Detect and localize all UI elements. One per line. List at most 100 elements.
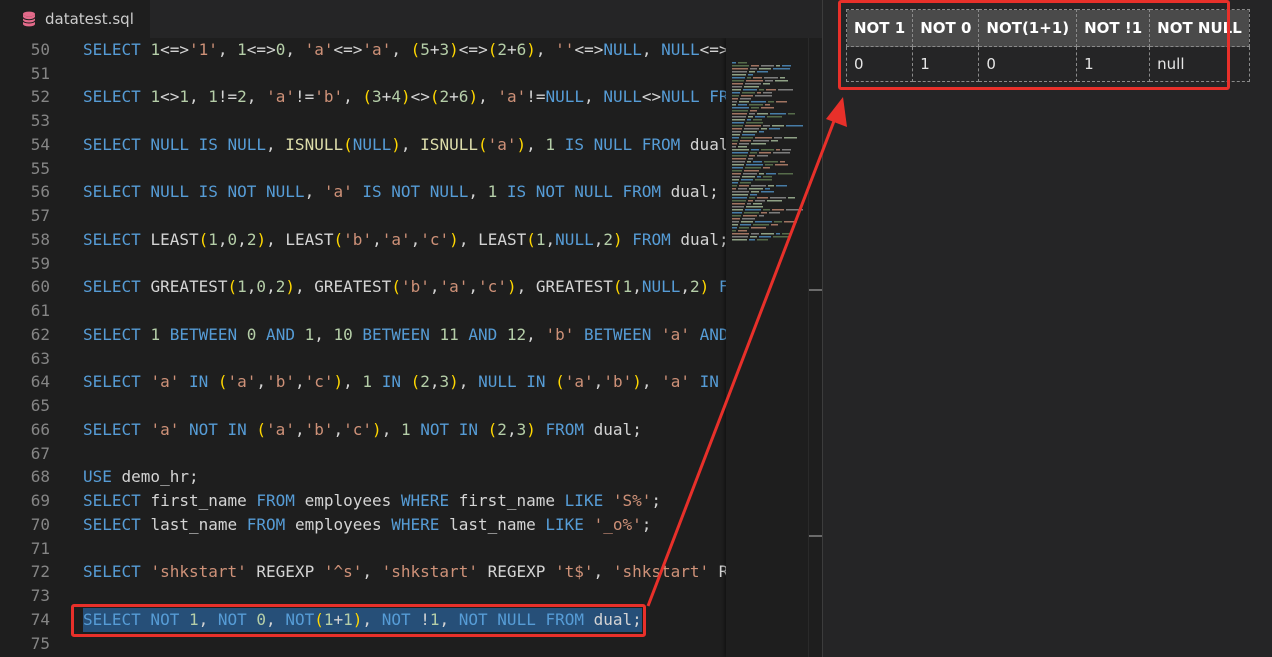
minimap-stroke <box>732 170 742 172</box>
minimap-stroke <box>778 173 793 175</box>
code-line[interactable]: 59 <box>0 252 820 276</box>
selected-line-highlight-box <box>71 604 646 637</box>
code-text: USE demo_hr; <box>83 467 199 486</box>
minimap-stroke <box>747 119 751 121</box>
minimap-stroke <box>732 74 746 76</box>
minimap-stroke <box>757 176 761 178</box>
minimap-stroke <box>732 218 740 220</box>
code-line[interactable]: 63 <box>0 347 820 371</box>
minimap-stroke <box>751 149 759 151</box>
minimap-stroke <box>782 149 791 151</box>
minimap-stroke <box>773 236 790 238</box>
code-line[interactable]: 71 <box>0 537 820 561</box>
minimap-stroke <box>757 239 768 241</box>
minimap-stroke <box>769 128 780 130</box>
code-line[interactable]: 60 SELECT GREATEST(1,0,2), GREATEST('b','… <box>0 275 820 299</box>
minimap-stroke <box>742 134 755 136</box>
line-number: 65 <box>30 396 50 415</box>
minimap-stroke <box>750 236 757 238</box>
minimap-stroke <box>784 221 797 223</box>
code-line[interactable]: 67 <box>0 442 820 466</box>
minimap[interactable] <box>726 38 808 657</box>
minimap-stroke <box>782 233 791 235</box>
minimap-stroke <box>759 152 771 154</box>
minimap-stroke <box>740 140 751 142</box>
minimap-stroke <box>772 209 784 211</box>
minimap-stroke <box>770 197 786 199</box>
minimap-stroke <box>732 80 744 82</box>
minimap-stroke <box>768 185 774 187</box>
minimap-stroke <box>759 236 771 238</box>
minimap-stroke <box>763 209 770 211</box>
code-line[interactable]: 65 <box>0 394 820 418</box>
code-text: SELECT LEAST(1,0,2), LEAST('b','a','c'),… <box>83 230 729 249</box>
minimap-stroke <box>732 230 736 232</box>
minimap-stroke <box>743 173 757 175</box>
code-line[interactable]: 72 SELECT 'shkstart' REGEXP '^s', 'shksta… <box>0 560 820 584</box>
minimap-stroke <box>778 89 793 91</box>
minimap-stroke <box>732 140 738 142</box>
minimap-stroke <box>748 158 753 160</box>
minimap-stroke <box>749 104 763 106</box>
code-line[interactable]: 62 SELECT 1 BETWEEN 0 AND 1, 10 BETWEEN 1… <box>0 323 820 347</box>
code-line[interactable]: 55 <box>0 157 820 181</box>
minimap-stroke <box>753 161 762 163</box>
minimap-stroke <box>732 194 748 196</box>
line-number: 51 <box>30 64 50 83</box>
minimap-stroke <box>749 155 755 157</box>
code-editor[interactable]: 50 SELECT 1<=>'1', 1<=>0, 'a'<=>'a', (5+3… <box>0 38 822 657</box>
code-line[interactable]: 51 <box>0 62 820 86</box>
minimap-stroke <box>763 176 772 178</box>
code-line[interactable]: 50 SELECT 1<=>'1', 1<=>0, 'a'<=>'a', (5+3… <box>0 38 820 62</box>
minimap-stroke <box>759 89 764 91</box>
line-number: 73 <box>30 586 50 605</box>
minimap-stroke <box>771 140 778 142</box>
minimap-stroke <box>732 179 739 181</box>
vertical-scrollbar[interactable] <box>808 38 822 657</box>
minimap-stroke <box>751 143 766 145</box>
minimap-preview <box>732 62 803 241</box>
minimap-stroke <box>749 239 755 241</box>
line-number: 58 <box>30 230 50 249</box>
database-icon <box>22 11 36 27</box>
line-number: 74 <box>30 610 50 629</box>
line-number: 67 <box>30 444 50 463</box>
minimap-stroke <box>738 188 747 190</box>
minimap-stroke <box>732 146 736 148</box>
minimap-stroke <box>759 215 764 217</box>
code-line[interactable]: 56 SELECT NULL IS NOT NULL, 'a' IS NOT NU… <box>0 180 820 204</box>
minimap-stroke <box>746 122 763 124</box>
minimap-stroke <box>740 98 751 100</box>
minimap-stroke <box>767 200 782 202</box>
code-line[interactable]: 64 SELECT 'a' IN ('a','b','c'), 1 IN (2,3… <box>0 370 820 394</box>
minimap-stroke <box>748 200 753 202</box>
code-line[interactable]: 54 SELECT NULL IS NULL, ISNULL(NULL), ISN… <box>0 133 820 157</box>
minimap-stroke <box>753 224 769 226</box>
code-line[interactable]: 70 SELECT last_name FROM employees WHERE … <box>0 513 820 537</box>
code-line[interactable]: 57 <box>0 204 820 228</box>
minimap-stroke <box>755 116 765 118</box>
minimap-stroke <box>776 233 780 235</box>
minimap-stroke <box>732 128 742 130</box>
tab-datatest-sql[interactable]: datatest.sql <box>0 0 150 38</box>
minimap-stroke <box>732 212 742 214</box>
minimap-stroke <box>739 143 749 145</box>
code-line[interactable]: 61 <box>0 299 820 323</box>
code-text: SELECT GREATEST(1,0,2), GREATEST('b','a'… <box>83 277 729 296</box>
line-number: 75 <box>30 634 50 653</box>
code-line[interactable]: 58 SELECT LEAST(1,0,2), LEAST('b','a','c'… <box>0 228 820 252</box>
code-line[interactable]: 69 SELECT first_name FROM employees WHERE… <box>0 489 820 513</box>
minimap-stroke <box>743 89 757 91</box>
code-line[interactable]: 53 <box>0 109 820 133</box>
code-line[interactable]: 68 USE demo_hr; <box>0 465 820 489</box>
minimap-stroke <box>776 101 787 103</box>
minimap-stroke <box>786 209 803 211</box>
minimap-stroke <box>732 182 738 184</box>
minimap-stroke <box>757 71 768 73</box>
minimap-stroke <box>732 227 737 229</box>
minimap-stroke <box>776 149 780 151</box>
minimap-stroke <box>732 131 741 133</box>
code-line[interactable]: 52 SELECT 1<>1, 1!=2, 'a'!='b', (3+4)<>(2… <box>0 85 820 109</box>
minimap-stroke <box>732 203 745 205</box>
code-line[interactable]: 66 SELECT 'a' NOT IN ('a','b','c'), 1 NOT… <box>0 418 820 442</box>
